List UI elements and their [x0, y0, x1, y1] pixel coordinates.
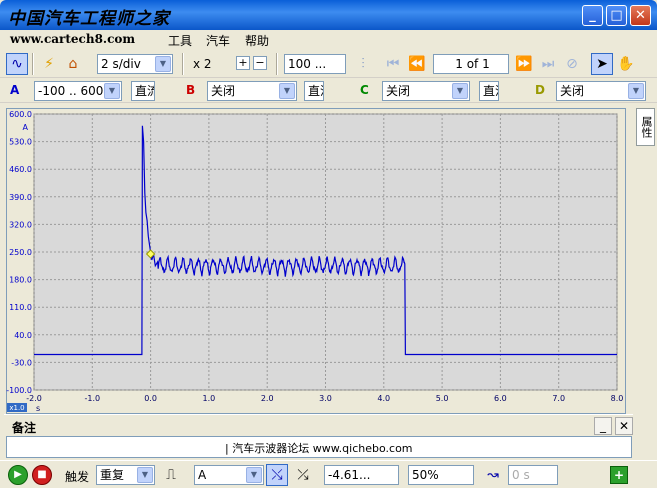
y-tick-label: 320.0 — [9, 220, 32, 229]
notes-minimize-button[interactable]: _ — [594, 417, 612, 435]
timebase-select[interactable]: 2 s/div ▼ — [97, 54, 173, 74]
add-button[interactable]: + — [610, 466, 628, 484]
stop-icon[interactable]: ⊘ — [561, 53, 583, 75]
trigger-level-spinner[interactable]: -4.61... — [324, 465, 399, 485]
channel-toolbar: A -100 .. 600 A ▼ 直流 B 关闭 ▼ 直流 C 关闭 ▼ 直流… — [0, 79, 657, 103]
channel-c-label[interactable]: C — [360, 83, 369, 97]
pretrigger-percent-spinner[interactable]: 50% — [408, 465, 474, 485]
x-scale-label: x1.0 — [9, 404, 24, 412]
window-title: 中国汽车工程师之家 — [8, 9, 170, 29]
prev-page-icon[interactable]: ⏪ — [406, 53, 428, 75]
pointer-icon[interactable]: ➤ — [591, 53, 613, 75]
separator — [276, 53, 278, 75]
x-tick-label: 7.0 — [552, 394, 565, 403]
trigger-delay-spinner[interactable]: 0 s — [508, 465, 558, 485]
y-tick-label: 250.0 — [9, 248, 32, 257]
first-page-icon[interactable]: ⏮ — [382, 53, 404, 75]
x-tick-label: -2.0 — [26, 394, 42, 403]
notes-title: 备注 — [12, 421, 37, 435]
channel-b-label[interactable]: B — [186, 83, 195, 97]
x-tick-label: 5.0 — [436, 394, 449, 403]
scope-mode-icon[interactable]: ∿ — [6, 53, 28, 75]
x-tick-label: 6.0 — [494, 394, 507, 403]
x-tick-label: 0.0 — [144, 394, 157, 403]
sample-icon[interactable]: ⫶ — [352, 53, 374, 75]
notes-header: 备注 _ ✕ — [4, 414, 633, 436]
x-tick-label: 2.0 — [261, 394, 274, 403]
x-unit-label: s — [36, 404, 40, 413]
trigger-label: 触发 — [65, 470, 90, 484]
menu-help[interactable]: 帮助 — [245, 32, 269, 49]
trigger-source-select[interactable]: A ▼ — [194, 465, 264, 485]
chevron-down-icon: ▼ — [104, 83, 120, 99]
separator — [182, 53, 184, 75]
lightning-icon[interactable]: ⚡ — [38, 53, 60, 75]
channel-d-label[interactable]: D — [535, 83, 545, 97]
y-unit-label: A — [23, 123, 29, 132]
chevron-down-icon: ▼ — [246, 467, 262, 483]
chevron-down-icon: ▼ — [137, 467, 153, 483]
zoom-value: x 2 — [189, 54, 233, 74]
chevron-down-icon: ▼ — [452, 83, 468, 99]
x-tick-label: -1.0 — [84, 394, 100, 403]
y-tick-label: 40.0 — [14, 331, 32, 340]
menu-tools[interactable]: 工具 — [168, 32, 192, 49]
y-tick-label: 180.0 — [9, 276, 32, 285]
y-tick-label: -30.0 — [11, 358, 32, 367]
separator — [32, 53, 34, 75]
trigger-edge-icon[interactable]: ⎍ — [160, 464, 182, 486]
notes-content: | 汽车示波器论坛 www.qichebo.com — [225, 442, 413, 455]
y-tick-label: 110.0 — [9, 303, 32, 312]
hand-icon[interactable]: ✋ — [615, 53, 637, 75]
rising-edge-icon[interactable]: ⤯ — [266, 464, 288, 486]
last-page-icon[interactable]: ⏭ — [537, 53, 559, 75]
delay-icon[interactable]: ↝ — [482, 464, 504, 486]
channel-a-label[interactable]: A — [10, 83, 19, 97]
chevron-down-icon: ▼ — [279, 83, 295, 99]
next-page-icon[interactable]: ⏩ — [513, 53, 535, 75]
channel-d-range[interactable]: 关闭 ▼ — [556, 81, 646, 101]
stop-icon[interactable]: ■ — [32, 465, 52, 485]
close-button[interactable]: ✕ — [630, 5, 651, 26]
x-tick-label: 8.0 — [611, 394, 624, 403]
chevron-down-icon: ▼ — [628, 83, 644, 99]
main-toolbar: ∿ ⚡ ⌂ 2 s/div ▼ x 2 + − 100 ... ⫶ ⏮ ⏪ 1 … — [0, 51, 657, 78]
waveform-chart[interactable]: 600.0 530.0 460.0 390.0 320.0 250.0 180.0 110.0… — [0, 103, 636, 414]
channel-c-coupling[interactable]: 直流 — [479, 81, 499, 101]
timebase-value: 2 s/div — [101, 57, 141, 71]
channel-b-coupling[interactable]: 直流 — [304, 81, 324, 101]
page-indicator: 1 of 1 — [433, 54, 509, 74]
y-tick-label: 530.0 — [9, 138, 32, 147]
y-tick-label: 600.0 — [9, 110, 32, 119]
falling-edge-icon[interactable]: ⤰ — [292, 464, 314, 486]
properties-tab[interactable]: 属性 — [636, 108, 655, 146]
menu-bar: www.cartech8.com 工具 汽车 帮助 — [0, 30, 657, 50]
notes-close-button[interactable]: ✕ — [615, 417, 633, 435]
channel-a-coupling[interactable]: 直流 — [131, 81, 155, 101]
y-tick-label: 460.0 — [9, 165, 32, 174]
samples-value: 100 ... — [288, 57, 327, 71]
home-icon[interactable]: ⌂ — [62, 53, 84, 75]
x-tick-label: 1.0 — [203, 394, 216, 403]
menu-car[interactable]: 汽车 — [206, 32, 230, 49]
channel-a-range[interactable]: -100 .. 600 A ▼ — [34, 81, 122, 101]
title-bar: 中国汽车工程师之家 _ □ ✕ — [0, 0, 657, 30]
trigger-mode-select[interactable]: 重复 ▼ — [96, 465, 155, 485]
notes-text[interactable]: | 汽车示波器论坛 www.qichebo.com — [6, 436, 632, 458]
channel-c-range[interactable]: 关闭 ▼ — [382, 81, 470, 101]
y-tick-label: 390.0 — [9, 193, 32, 202]
chevron-down-icon: ▼ — [155, 56, 171, 72]
minimize-button[interactable]: _ — [582, 5, 603, 26]
x-tick-label: 4.0 — [377, 394, 390, 403]
zoom-in-button[interactable]: + — [236, 56, 250, 70]
x-tick-label: 3.0 — [319, 394, 332, 403]
menu-watermark: www.cartech8.com — [10, 32, 136, 46]
start-icon[interactable]: ▶ — [8, 465, 28, 485]
status-bar: ▶ ■ 触发 重复 ▼ ⎍ A ▼ ⤯ ⤰ -4.61... 50% ↝ 0 s… — [0, 460, 657, 488]
maximize-button[interactable]: □ — [606, 5, 627, 26]
zoom-out-button[interactable]: − — [253, 56, 267, 70]
channel-b-range[interactable]: 关闭 ▼ — [207, 81, 297, 101]
samples-spinner[interactable]: 100 ... — [284, 54, 346, 74]
